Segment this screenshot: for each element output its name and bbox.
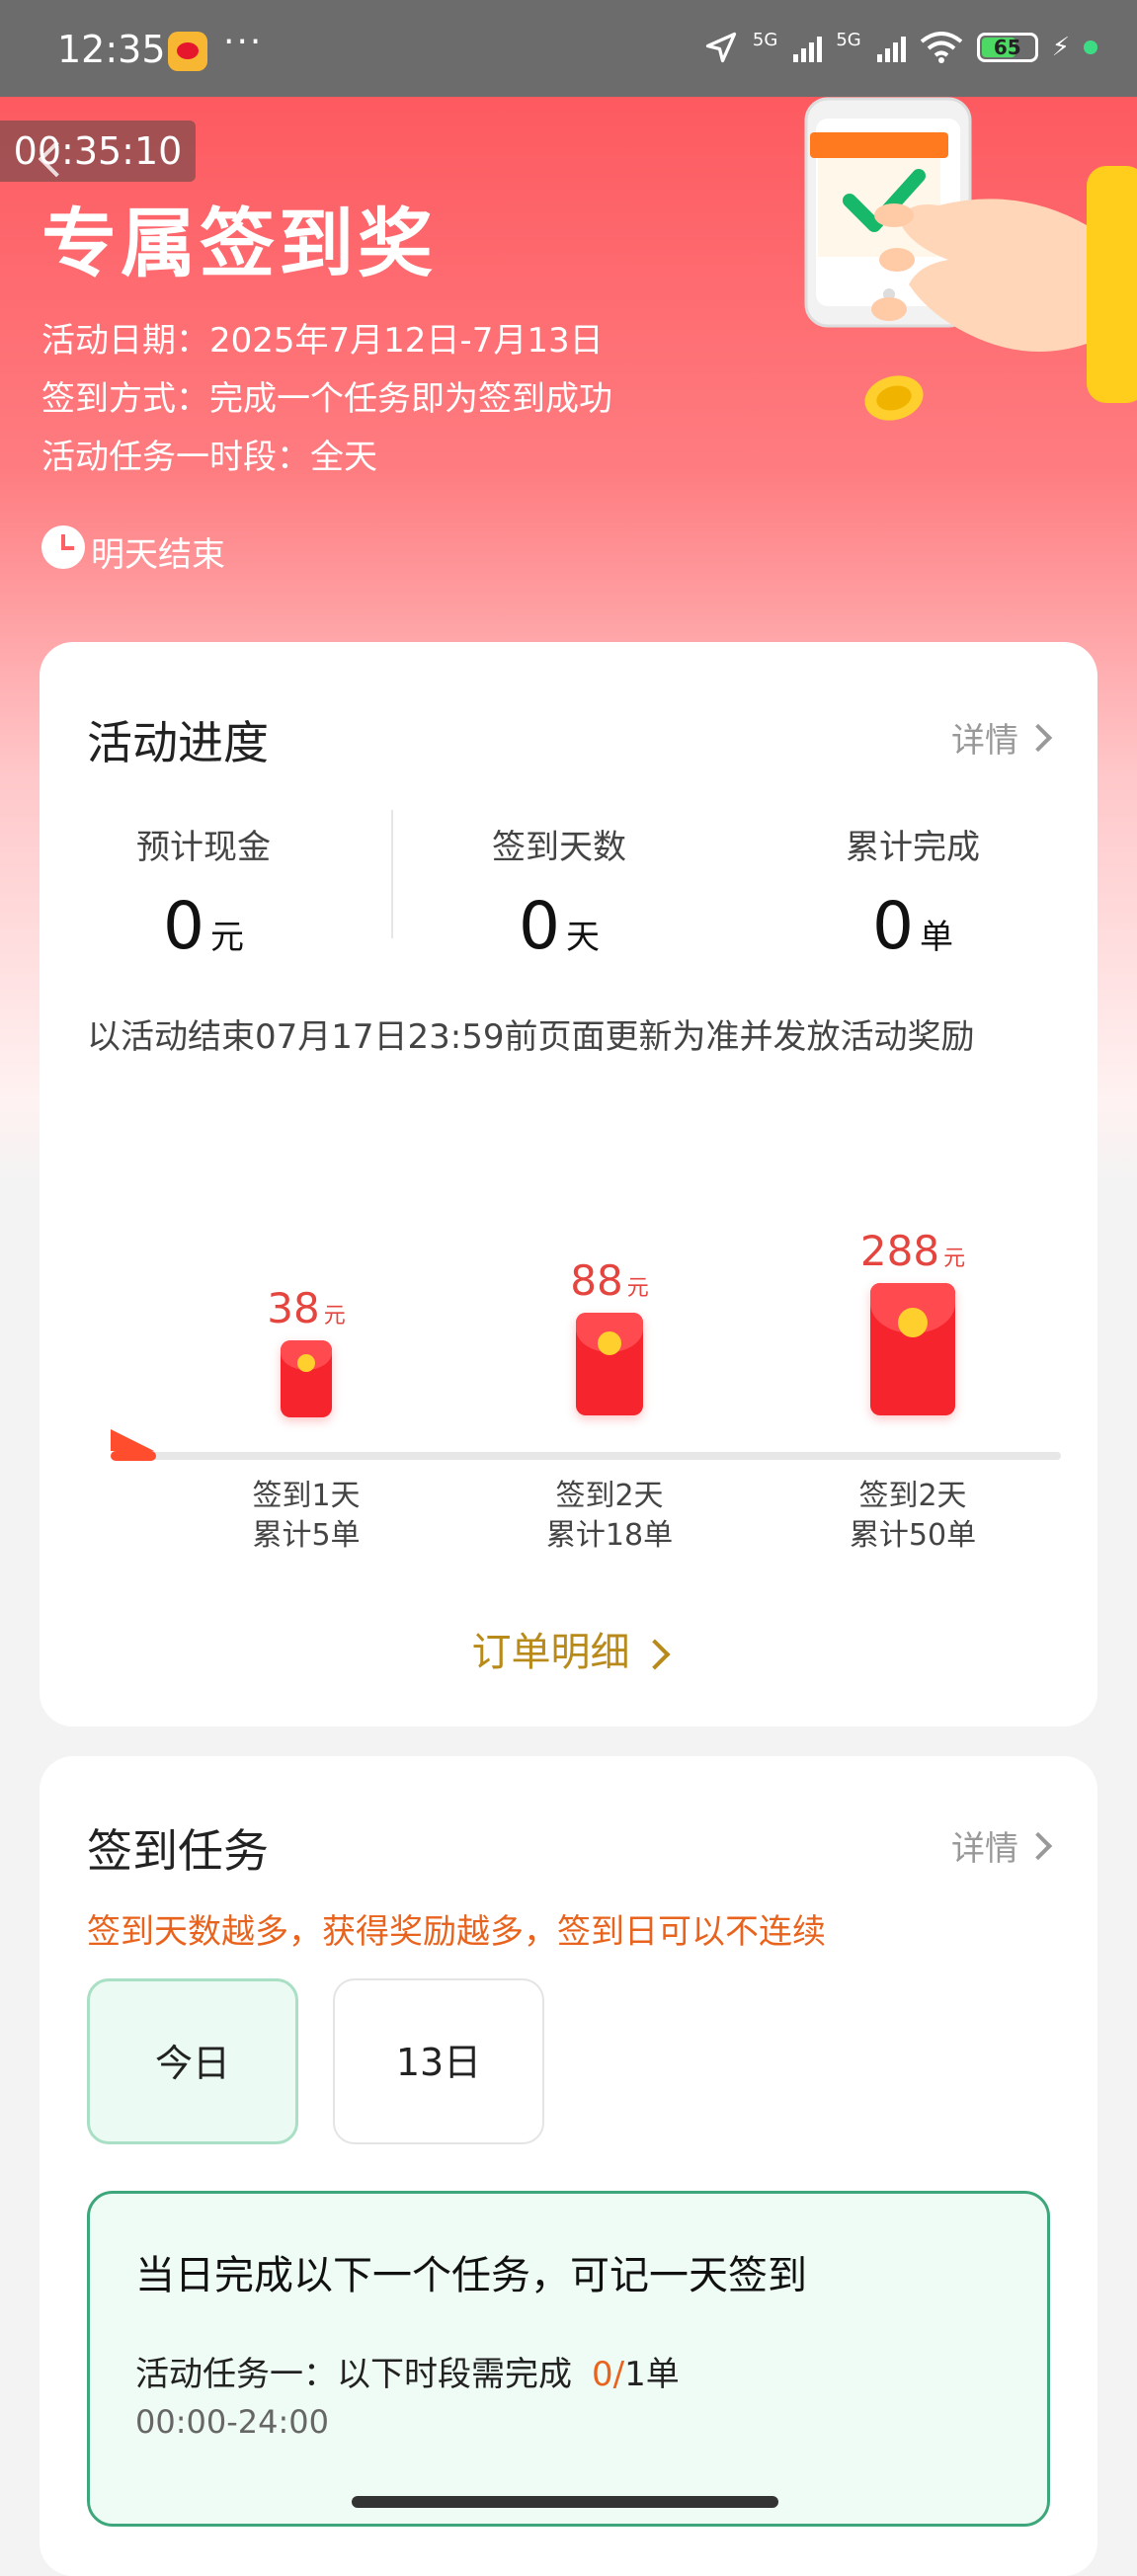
milestone-3-caption: 签到2天 累计50单 [784, 1477, 1041, 1556]
milestone-caption-days: 签到2天 [555, 1479, 664, 1513]
milestone-2-caption: 签到2天 累计18单 [481, 1477, 738, 1556]
milestone-unit: 元 [323, 1304, 346, 1328]
milestone-1-caption: 签到1天 累计5单 [178, 1477, 435, 1556]
task-done-count: 0/ [592, 2355, 625, 2394]
red-envelope-icon [576, 1313, 643, 1415]
progress-fill [111, 1451, 156, 1461]
stat-label: 累计完成 [846, 828, 980, 867]
signal-2-icon [876, 33, 906, 62]
activity-date: 活动日期：2025年7月12日-7月13日 [41, 321, 604, 361]
status-bar: 12:35 ··· 5G 5G 65 ⚡ [0, 0, 1137, 97]
reward-notice: 以活动结束07月17日23:59前页面更新为准并发放活动奖励 [87, 1017, 975, 1057]
battery-icon: 65 [976, 33, 1038, 62]
stat-unit: 天 [566, 918, 600, 957]
red-envelope-icon [870, 1283, 955, 1415]
stat-unit: 元 [210, 918, 244, 957]
milestone-caption-days: 签到2天 [858, 1479, 967, 1513]
milestone-unit: 元 [626, 1276, 649, 1301]
wifi-icon [920, 32, 962, 63]
home-indicator[interactable] [352, 2496, 778, 2508]
progress-card-title: 活动进度 [87, 716, 269, 769]
task-time-range: 00:00-24:00 [135, 2403, 329, 2441]
more-notifications-icon: ··· [223, 22, 264, 62]
milestone-2: 88 元 [511, 1256, 708, 1415]
stat-value: 0 [519, 888, 560, 964]
stat-value: 0 [163, 888, 204, 964]
milestone-amount: 38 [267, 1284, 320, 1332]
tab-13th[interactable]: 13日 [333, 1978, 544, 2144]
checkin-method: 签到方式：完成一个任务即为签到成功 [41, 379, 612, 419]
milestone-caption-orders: 累计18单 [545, 1518, 674, 1553]
chevron-right-icon [1023, 723, 1053, 752]
milestone-caption-orders: 累计50单 [849, 1518, 977, 1553]
order-details-link[interactable]: 订单明细 [40, 1620, 1097, 1677]
milestone-amount: 88 [570, 1256, 623, 1305]
detail-label: 详情 [951, 721, 1018, 761]
milestone-unit: 元 [943, 1247, 966, 1271]
ends-label: 明天结束 [91, 535, 225, 575]
location-icon [705, 32, 737, 63]
signal-1-icon [793, 33, 823, 62]
progress-flag-icon [111, 1429, 154, 1451]
status-icons: 5G 5G 65 ⚡ [703, 30, 1097, 65]
red-envelope-icon [281, 1340, 332, 1417]
milestone-3: 288 元 [814, 1227, 1012, 1415]
stat-label: 预计现金 [136, 828, 271, 867]
chevron-right-icon [1023, 1831, 1053, 1860]
progress-detail-link[interactable]: 详情 [951, 713, 1053, 762]
battery-level: 65 [993, 36, 1021, 59]
stat-unit: 单 [920, 918, 953, 957]
page-title: 专属签到奖 [41, 200, 437, 287]
privacy-indicator-icon [1084, 40, 1097, 54]
stat-cash: 预计现金 0元 [55, 820, 352, 964]
checkin-task-card: 签到任务 详情 签到天数越多，获得奖励越多，签到日可以不连续 今日 13日 当日… [40, 1756, 1097, 2576]
tab-today[interactable]: 今日 [87, 1978, 298, 2144]
milestone-amount: 288 [859, 1227, 940, 1275]
stat-orders: 累计完成 0单 [765, 820, 1061, 964]
stat-label: 签到天数 [492, 828, 626, 867]
milestone-caption-orders: 累计5单 [252, 1518, 361, 1553]
chevron-right-icon [638, 1639, 671, 1670]
task-time-slot: 活动任务一时段：全天 [41, 438, 377, 477]
signal2-label: 5G [836, 30, 861, 50]
hand-phone-checkmark-illustration [804, 97, 1137, 421]
task-detail-link[interactable]: 详情 [951, 1821, 1053, 1870]
order-details-label: 订单明细 [471, 1630, 630, 1675]
charging-icon: ⚡ [1051, 33, 1070, 62]
task-requirement: 活动任务一：以下时段需完成 0/1单 [135, 2347, 680, 2395]
task-total-count: 1单 [624, 2355, 680, 2394]
session-timer: 00:35:10 [0, 121, 196, 182]
milestone-caption-days: 签到1天 [252, 1479, 361, 1513]
milestone-1: 38 元 [207, 1284, 405, 1417]
weibo-notification-icon [168, 32, 207, 71]
stat-value: 0 [872, 888, 914, 964]
stat-days: 签到天数 0天 [411, 820, 707, 964]
detail-label: 详情 [951, 1829, 1018, 1869]
task-panel-heading: 当日完成以下一个任务，可记一天签到 [135, 2253, 807, 2298]
task-card-subtitle: 签到天数越多，获得奖励越多，签到日可以不连续 [87, 1912, 826, 1952]
signal1-label: 5G [752, 30, 778, 50]
progress-card: 活动进度 详情 预计现金 0元 签到天数 0天 累计完成 0单 以活动结束07月… [40, 642, 1097, 1727]
progress-track [150, 1452, 1061, 1460]
task-panel: 当日完成以下一个任务，可记一天签到 活动任务一：以下时段需完成 0/1单 00:0… [87, 2191, 1050, 2527]
stat-divider [391, 810, 393, 938]
status-time: 12:35 [57, 28, 166, 71]
task-label: 活动任务一：以下时段需完成 [135, 2355, 572, 2394]
task-card-title: 签到任务 [87, 1824, 269, 1878]
clock-icon [41, 525, 85, 569]
